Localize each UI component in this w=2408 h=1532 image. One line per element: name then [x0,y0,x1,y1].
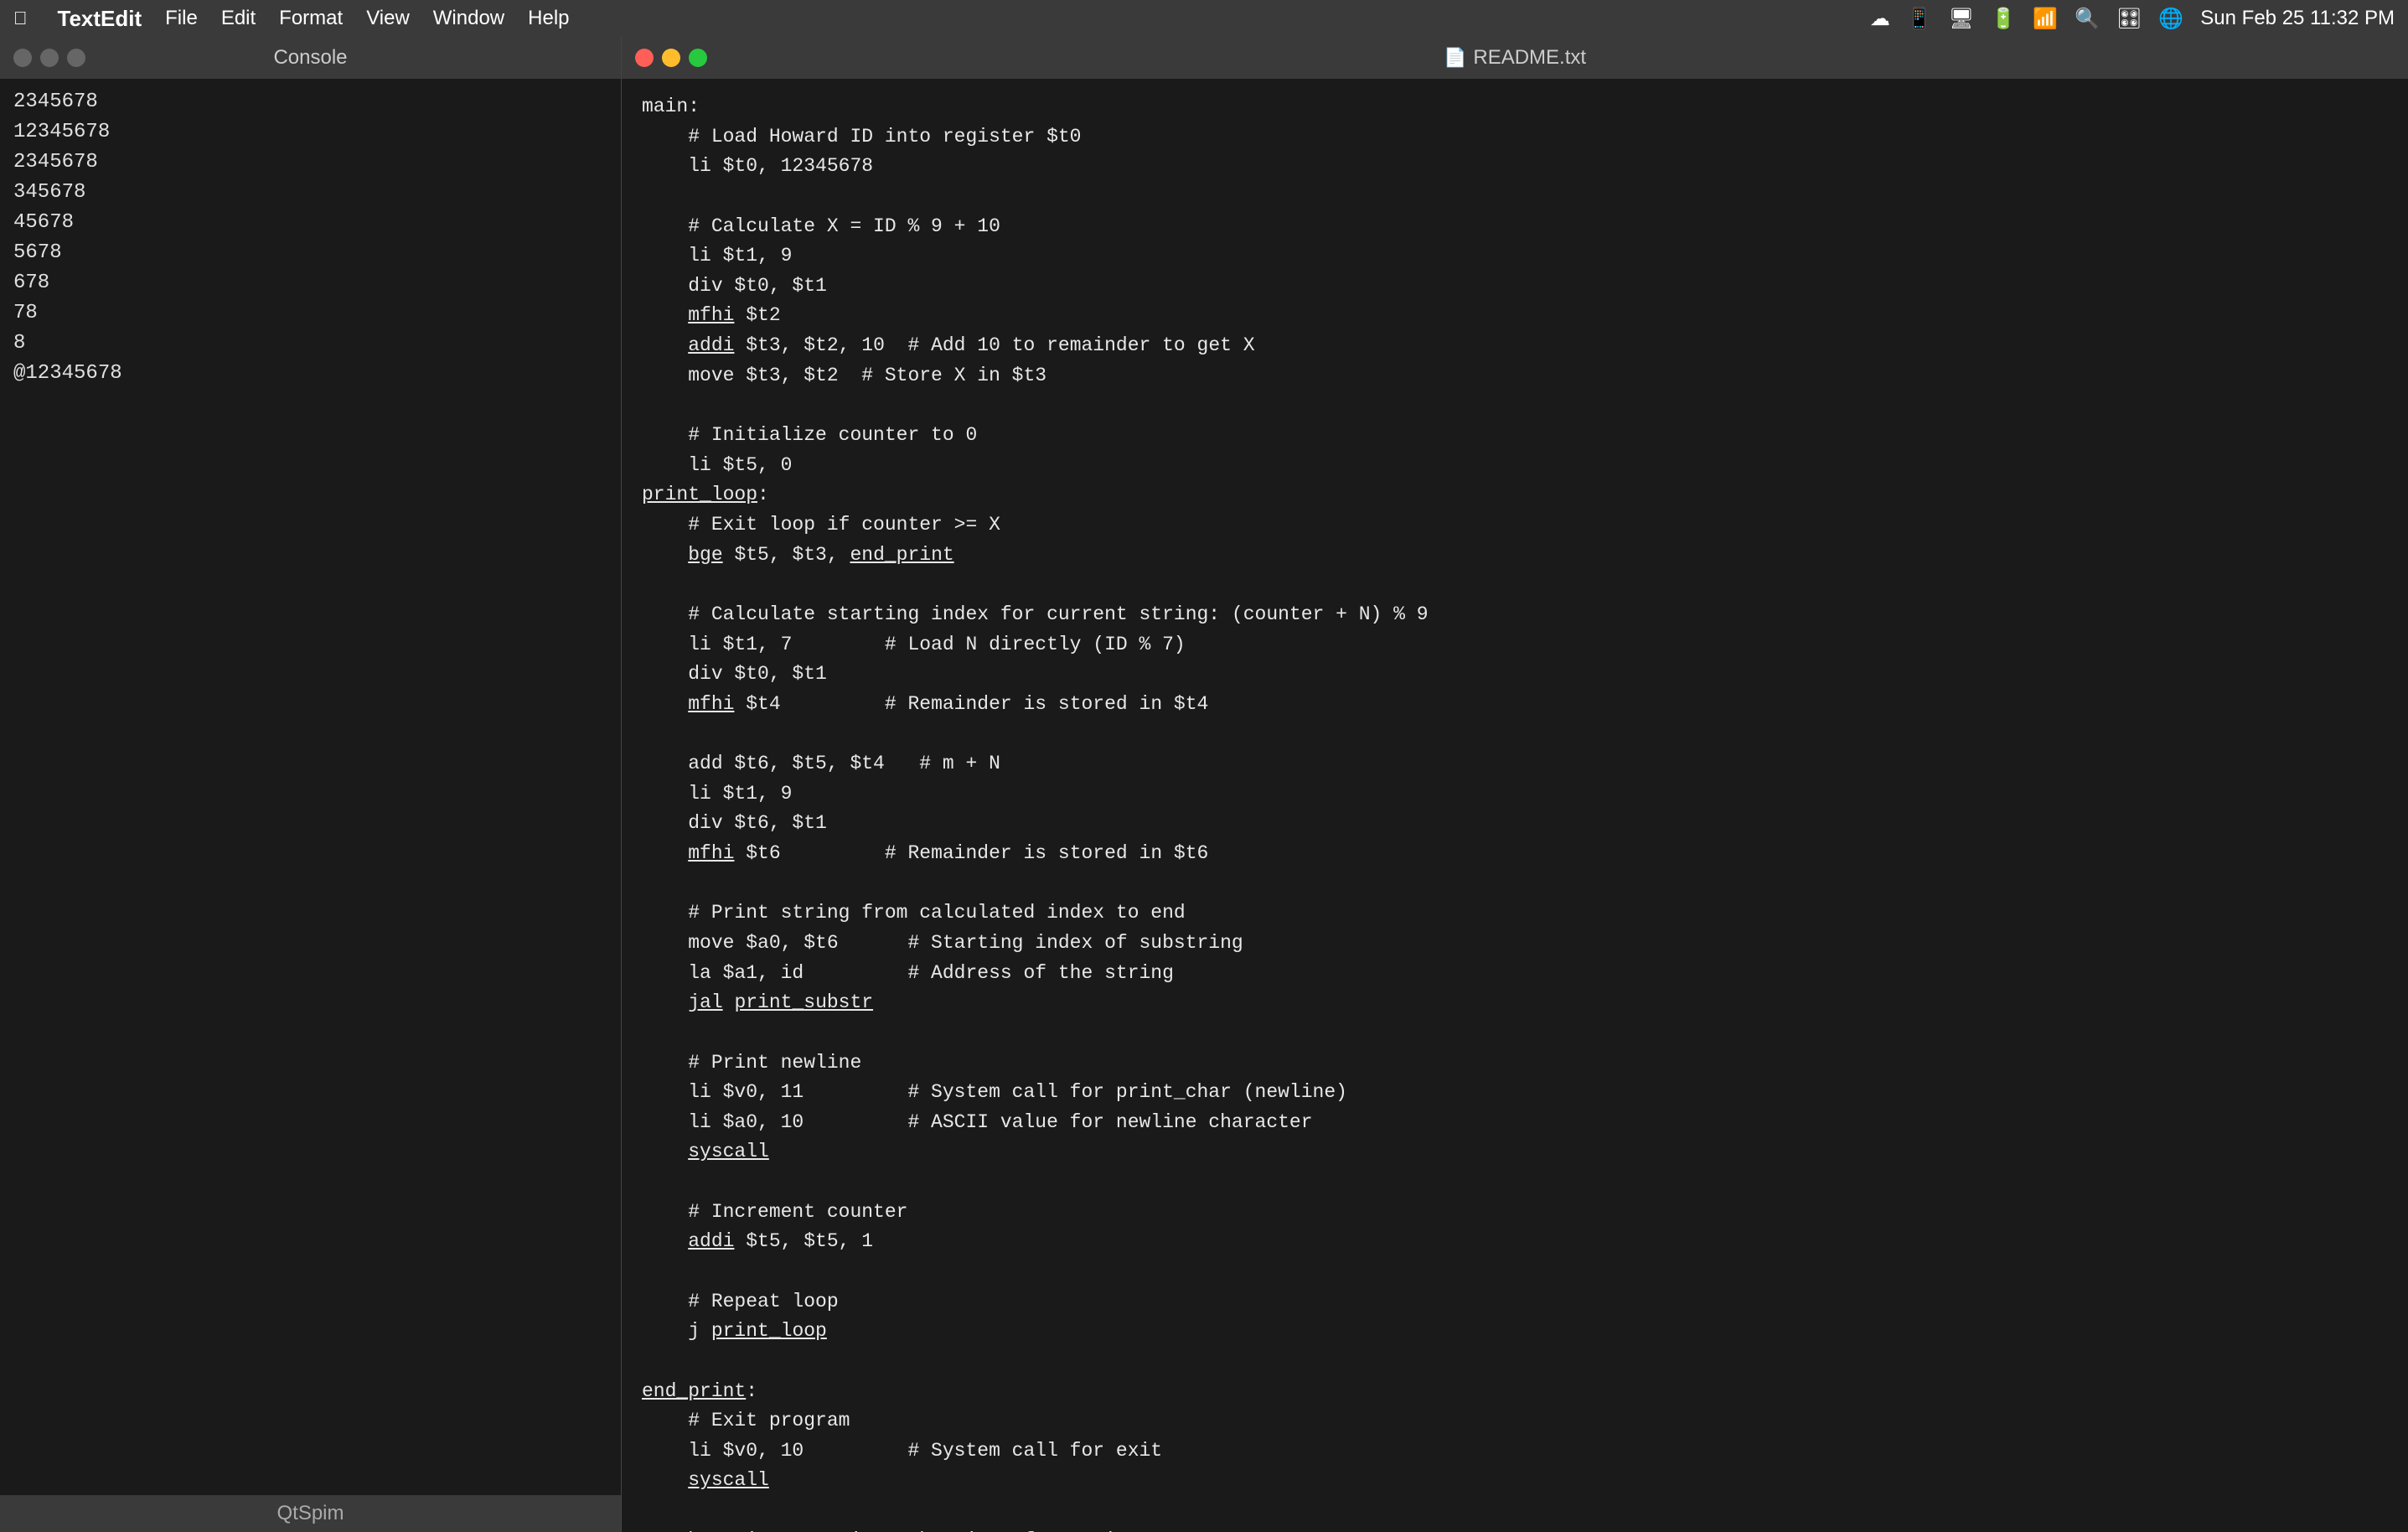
controlcenter-icon[interactable]: 🎛 [2116,7,2142,31]
qtspim-label: QtSpim [276,1502,344,1525]
clock: Sun Feb 25 11:32 PM [2200,7,2395,30]
file-icon: 📄 [1444,47,1466,69]
console-line: 345678 [13,178,607,208]
console-line: 8 [13,329,607,359]
menu-format[interactable]: Format [279,7,343,30]
menubar-left:  TextEdit File Edit Format View Window … [13,6,570,32]
minimize-button-console[interactable] [40,49,59,67]
display-icon: 🖥 [1949,7,1974,31]
traffic-lights-textedit [635,49,707,67]
console-output: 2345678 12345678 2345678 345678 45678 56… [0,79,621,1495]
apple-menu-icon[interactable]:  [13,8,28,29]
console-footer: QtSpim [0,1495,621,1532]
textedit-title: 📄 README.txt [1444,46,1586,70]
handoff-icon: 📱 [1907,7,1932,31]
textedit-panel: 📄 README.txt main: # Load Howard ID into… [622,37,2408,1532]
search-icon[interactable]: 🔍 [2075,7,2100,31]
app-name[interactable]: TextEdit [58,6,142,32]
maximize-button-console[interactable] [67,49,85,67]
battery-icon: 🔋 [1991,7,2016,31]
menu-view[interactable]: View [366,7,410,30]
console-line: 12345678 [13,117,607,148]
menu-window[interactable]: Window [433,7,504,30]
textedit-content[interactable]: main: # Load Howard ID into register $t0… [622,79,2408,1532]
close-button-textedit[interactable] [635,49,654,67]
cloud-icon: ☁ [1870,7,1890,31]
console-line: 2345678 [13,87,607,117]
filename: README.txt [1473,46,1586,70]
console-title: Console [273,46,347,70]
console-line: @12345678 [13,359,607,389]
textedit-titlebar: 📄 README.txt [622,37,2408,79]
console-line: 78 [13,298,607,329]
menubar-right: ☁ 📱 🖥 🔋 📶 🔍 🎛 🌐 Sun Feb 25 11:32 PM [1870,7,2395,31]
main-area: Console 2345678 12345678 2345678 345678 … [0,37,2408,1532]
console-titlebar: Console [0,37,621,79]
minimize-button-textedit[interactable] [662,49,680,67]
menu-help[interactable]: Help [528,7,569,30]
menu-file[interactable]: File [165,7,198,30]
menu-edit[interactable]: Edit [221,7,256,30]
maximize-button-textedit[interactable] [689,49,707,67]
console-line: 45678 [13,208,607,238]
siri-icon[interactable]: 🌐 [2158,7,2183,31]
traffic-lights-console [13,49,85,67]
console-line: 2345678 [13,148,607,178]
wifi-icon: 📶 [2033,7,2058,31]
console-panel: Console 2345678 12345678 2345678 345678 … [0,37,622,1532]
console-line: 5678 [13,238,607,268]
console-line: 678 [13,268,607,298]
menubar:  TextEdit File Edit Format View Window … [0,0,2408,37]
close-button-console[interactable] [13,49,32,67]
